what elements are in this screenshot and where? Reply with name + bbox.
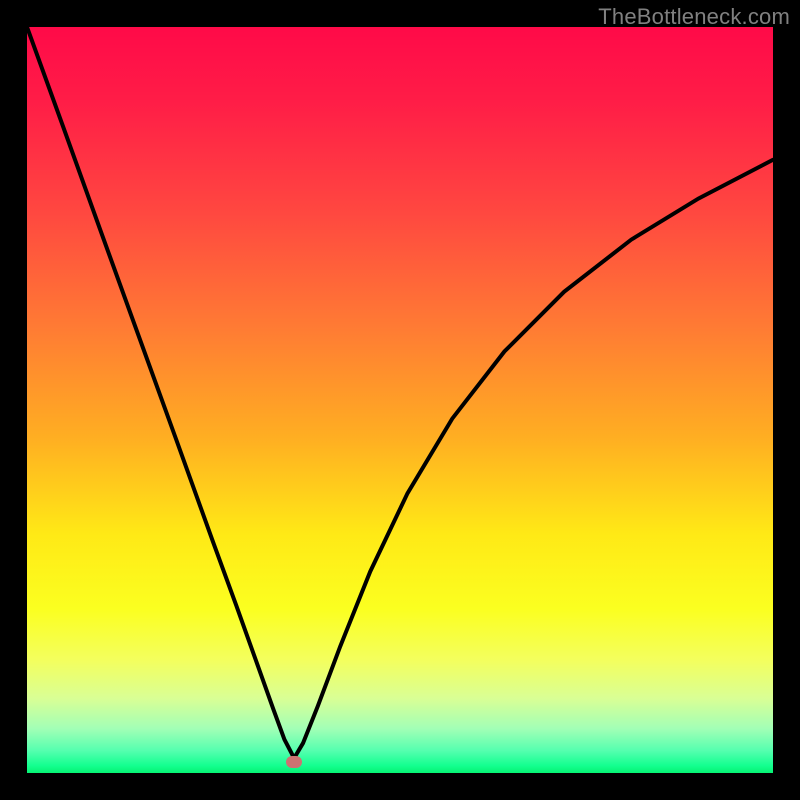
chart-frame: TheBottleneck.com xyxy=(0,0,800,800)
watermark-text: TheBottleneck.com xyxy=(598,4,790,30)
bottleneck-curve-path xyxy=(27,27,773,758)
curve-svg xyxy=(27,27,773,773)
min-marker xyxy=(286,756,302,768)
plot-area xyxy=(27,27,773,773)
